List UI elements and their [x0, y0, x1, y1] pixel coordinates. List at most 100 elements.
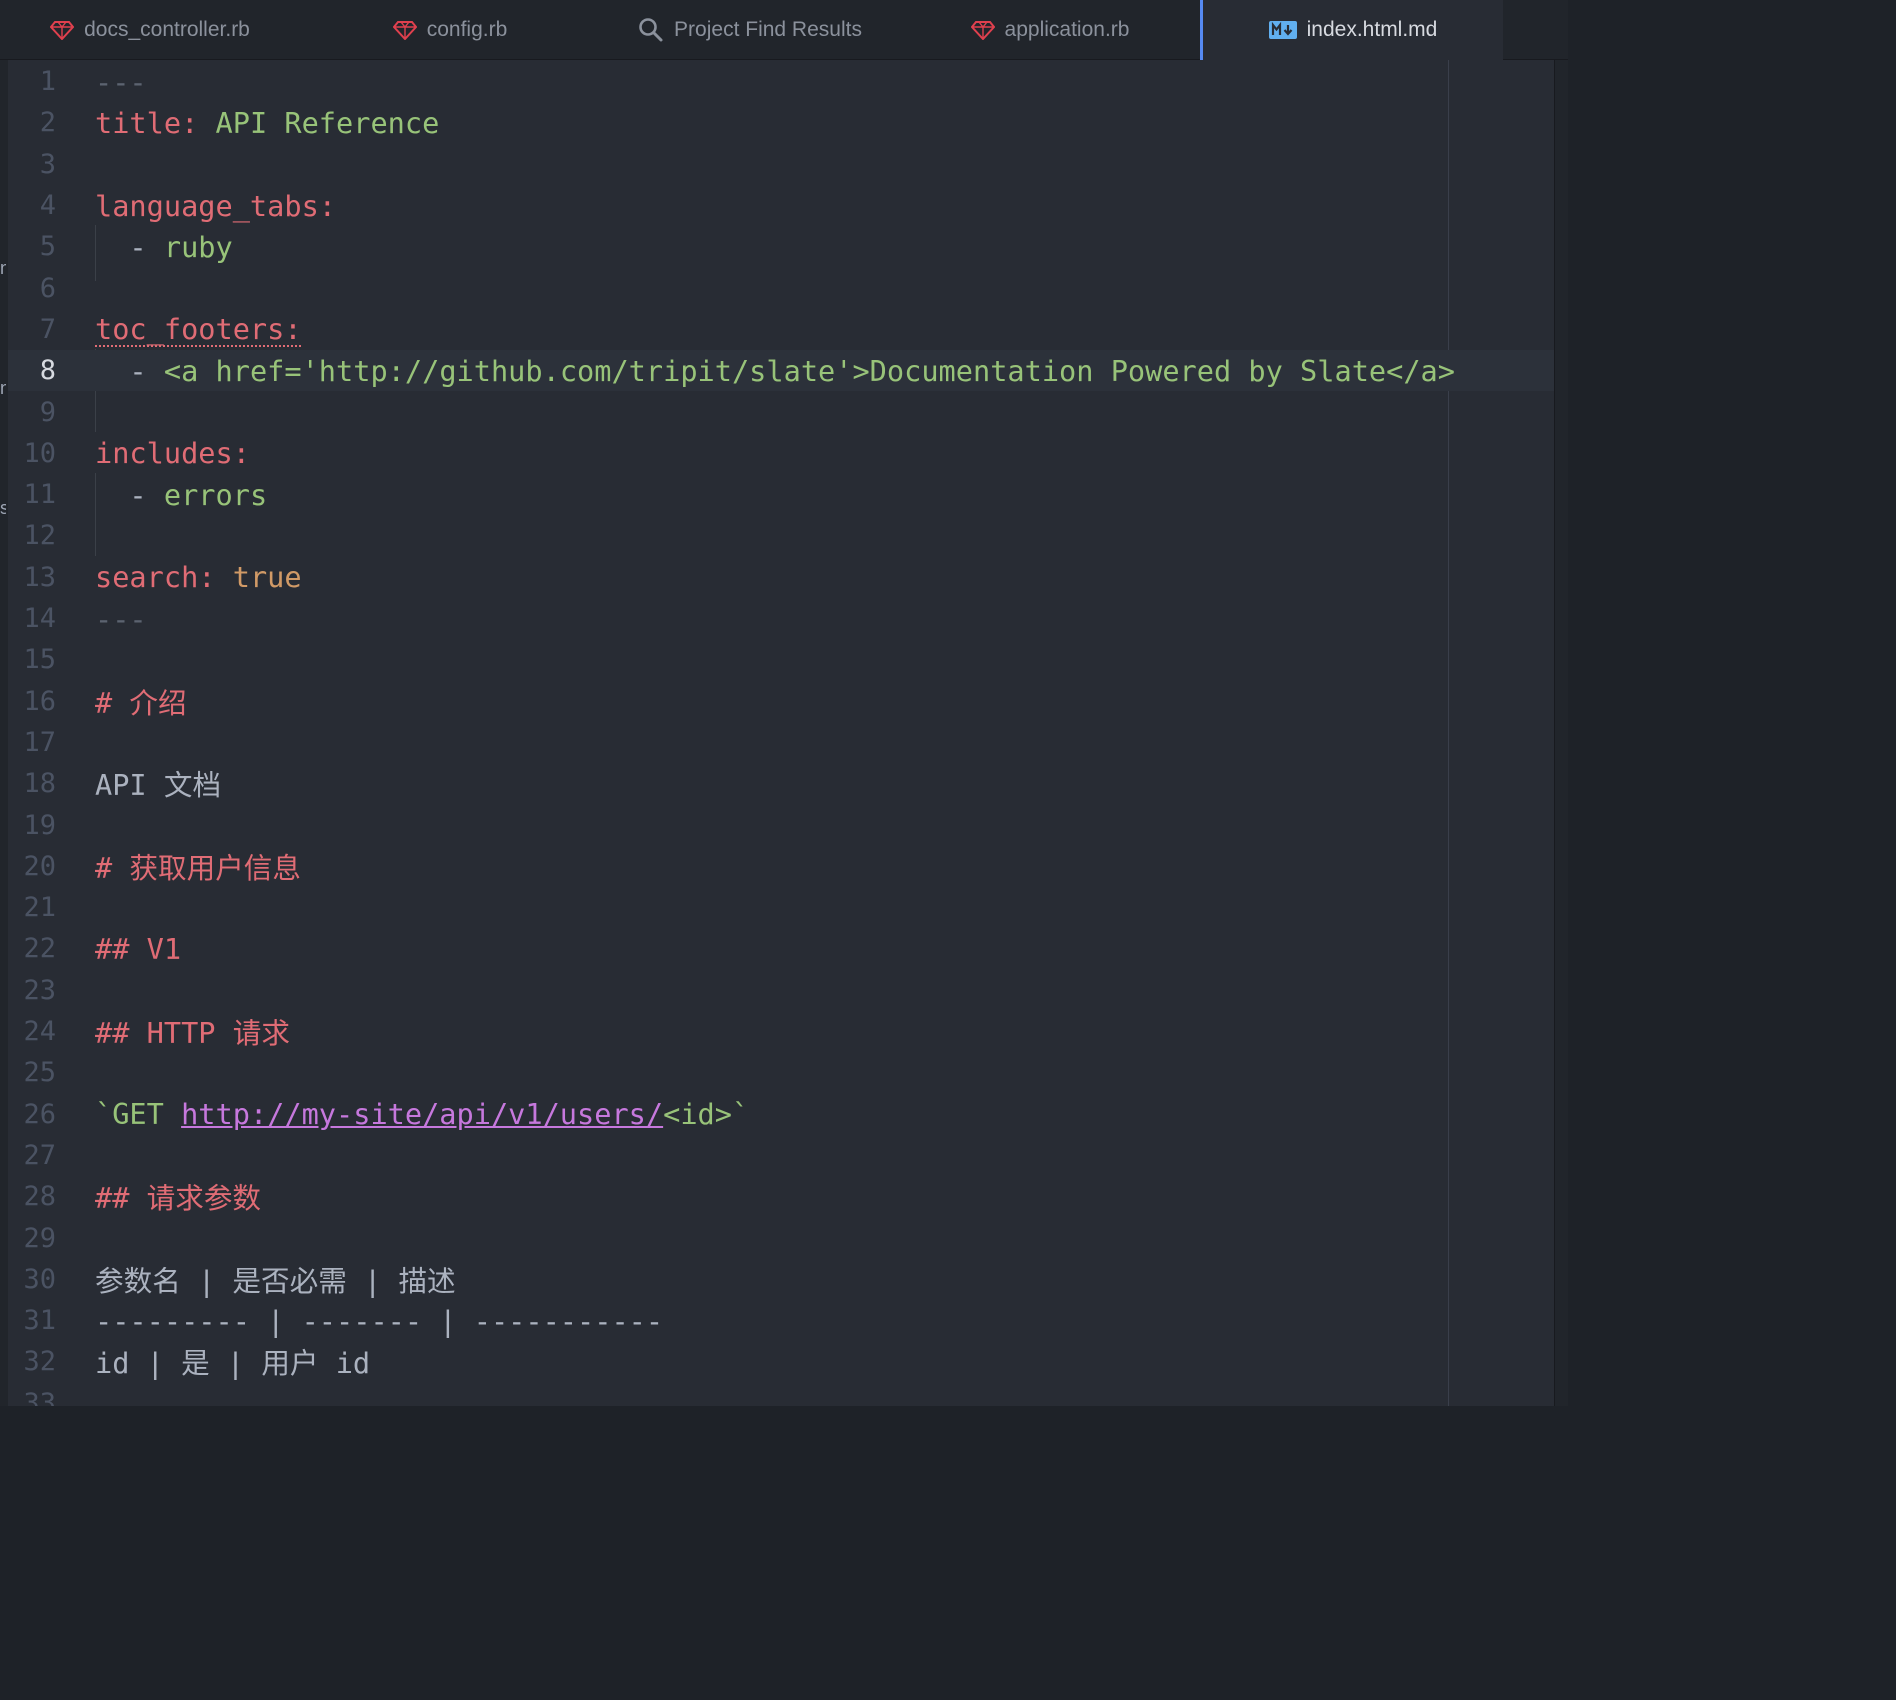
editor-line[interactable]: 14 --- [8, 598, 1554, 639]
code-token: ## HTTP 请求 [95, 1016, 290, 1051]
line-number: 19 [23, 809, 56, 841]
tab-application[interactable]: application.rb [900, 0, 1200, 60]
editor-line[interactable]: 20 # 获取用户信息 [8, 846, 1554, 887]
code-token: errors [163, 477, 268, 512]
line-number: 10 [23, 437, 56, 469]
line-number: 23 [23, 974, 56, 1006]
editor-line[interactable]: 33 [8, 1383, 1554, 1406]
editor-line[interactable]: 15 [8, 639, 1554, 680]
markdown-icon [1268, 21, 1297, 39]
editor-line[interactable]: 3 [8, 144, 1554, 185]
line-number: 31 [23, 1305, 56, 1337]
editor-line[interactable]: 8 - <a href='http://github.com/tripit/sl… [8, 350, 1554, 392]
editor-line[interactable]: 28 ## 请求参数 [8, 1176, 1554, 1217]
editor-line[interactable]: 19 [8, 804, 1554, 845]
line-number: 4 [39, 190, 56, 222]
editor-line[interactable]: 30 参数名 | 是否必需 | 描述 [8, 1259, 1554, 1300]
editor-line[interactable]: 26 `GET http://my-site/api/v1/users/<id>` [8, 1094, 1554, 1135]
line-code: ## V1 [95, 932, 181, 966]
editor-line[interactable]: 27 [8, 1135, 1554, 1176]
line-code: - errors [95, 478, 267, 512]
editor-line[interactable]: 32 id | 是 | 用户 id [8, 1341, 1554, 1382]
code-token: - [95, 477, 164, 512]
line-code: `GET http://my-site/api/v1/users/<id>` [95, 1097, 749, 1131]
code-token: 参数名 | 是否必需 | 描述 [95, 1263, 456, 1298]
line-number: 21 [23, 892, 56, 924]
line-code: - <a href='http://github.com/tripit/slat… [95, 354, 1455, 388]
line-number: 20 [23, 850, 56, 882]
line-number: 29 [23, 1222, 56, 1254]
line-number: 18 [23, 768, 56, 800]
editor-line[interactable]: 4 language_tabs: [8, 185, 1554, 226]
code-token: ## V1 [95, 931, 182, 966]
line-number: 7 [39, 313, 56, 345]
editor-line[interactable]: 24 ## HTTP 请求 [8, 1011, 1554, 1052]
editor-line[interactable]: 25 [8, 1052, 1554, 1093]
text-editor[interactable]: 1 --- 2 title: API Reference 3 4 language_tabs… [8, 60, 1554, 1406]
line-number: 25 [23, 1057, 56, 1089]
editor-line[interactable]: 31 --------- | ------- | ----------- [8, 1300, 1554, 1341]
line-number: 16 [23, 685, 56, 717]
ruby-gem-icon [50, 20, 75, 40]
code-token: includes: [95, 436, 250, 471]
tab-project-find-results[interactable]: Project Find Results [600, 0, 900, 60]
editor-line[interactable]: 11 - errors [8, 474, 1554, 515]
line-code: # 介绍 [95, 681, 187, 722]
line-number: 2 [39, 107, 56, 139]
code-token: - [95, 229, 164, 264]
code-token: search: [95, 560, 233, 595]
editor-line[interactable]: 12 [8, 515, 1554, 556]
editor-line[interactable]: 22 ## V1 [8, 928, 1554, 969]
code-token: ruby [163, 229, 233, 264]
line-code: language_tabs: [95, 189, 336, 223]
line-number: 5 [39, 231, 56, 263]
line-number: 3 [39, 148, 56, 180]
editor-line[interactable]: 13 search: true [8, 557, 1554, 598]
line-number: 22 [23, 933, 56, 965]
line-number: 15 [23, 644, 56, 676]
code-token: `GET [95, 1097, 182, 1132]
search-icon [638, 17, 664, 43]
editor-line[interactable]: 6 [8, 268, 1554, 309]
editor-line[interactable]: 5 - ruby [8, 226, 1554, 267]
editor-line[interactable]: 10 includes: [8, 433, 1554, 474]
code-token: --- [95, 601, 147, 636]
tab-config[interactable]: config.rb [300, 0, 600, 60]
ruby-gem-icon [392, 20, 417, 40]
editor-line[interactable]: 29 [8, 1217, 1554, 1258]
editor-line[interactable]: 23 [8, 970, 1554, 1011]
editor-line[interactable]: 9 [8, 391, 1554, 432]
code-token: - [95, 353, 164, 388]
line-number: 6 [39, 272, 56, 304]
editor-line[interactable]: 16 # 介绍 [8, 681, 1554, 722]
tab-label: Project Find Results [674, 18, 862, 41]
line-number: 1 [39, 66, 56, 98]
tree-view-fragment: s [0, 498, 6, 518]
line-number: 26 [23, 1098, 56, 1130]
tab-index-html-md[interactable]: index.html.md [1200, 0, 1503, 61]
editor-line[interactable]: 7 toc_footers: [8, 309, 1554, 350]
editor-line[interactable]: 1 --- [8, 61, 1554, 102]
line-number: 9 [39, 396, 56, 428]
code-token: language_tabs: [95, 188, 337, 223]
editor-line[interactable]: 17 [8, 722, 1554, 763]
line-number: 17 [23, 726, 56, 758]
code-token[interactable]: http://my-site/api/v1/users/ [181, 1097, 663, 1131]
line-code: id | 是 | 用户 id [95, 1341, 370, 1382]
line-number: 33 [23, 1387, 56, 1406]
tab-bar: docs_controller.rb config.rb Project Fin… [0, 0, 1568, 61]
code-token: <a href='http://github.com/tripit/slate'… [163, 353, 1455, 388]
line-number: 32 [23, 1346, 56, 1378]
editor-line[interactable]: 21 [8, 887, 1554, 928]
tab-label: index.html.md [1306, 18, 1438, 41]
line-number: 11 [23, 479, 56, 511]
tab-docs-controller[interactable]: docs_controller.rb [0, 0, 300, 60]
line-code: --- [95, 65, 147, 99]
vertical-scrollbar[interactable] [1554, 60, 1568, 1406]
code-token: --------- | ------- | ----------- [95, 1303, 664, 1338]
code-token: <id>` [663, 1097, 750, 1132]
code-token: API 文档 [95, 768, 222, 803]
tree-view-edge[interactable]: n n s [0, 60, 8, 1406]
editor-line[interactable]: 18 API 文档 [8, 763, 1554, 804]
editor-line[interactable]: 2 title: API Reference [8, 102, 1554, 143]
